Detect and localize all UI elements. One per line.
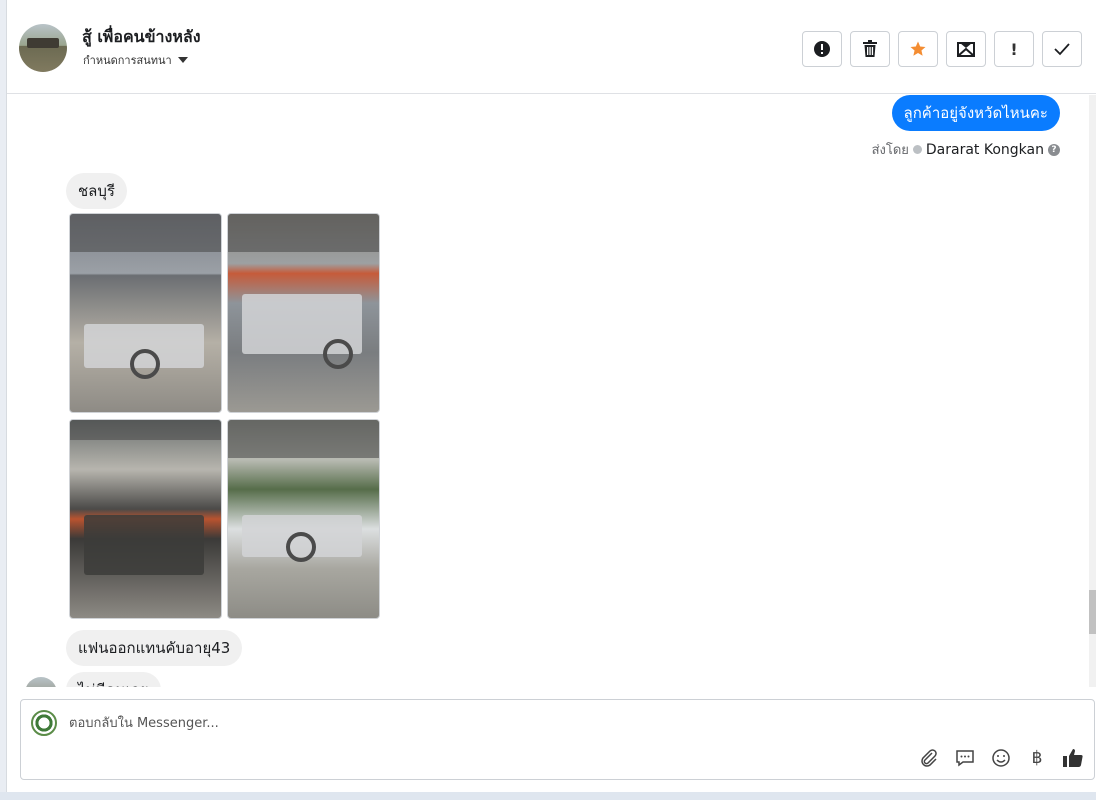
conversation-header: สู้ เพื่อคนข้างหลัง กำหนดการสนทนา ! [7,0,1096,94]
reply-composer: ฿ [20,699,1095,780]
photo-thumbnail[interactable] [227,213,380,413]
incoming-message[interactable]: ไม่มีคนเลย [66,672,161,687]
label-dropdown-text: กำหนดการสนทนา [83,54,172,67]
smiley-icon [992,749,1010,767]
caret-down-icon [177,57,188,63]
sent-by-line: ส่งโดย Dararat Kongkan ? [872,139,1060,160]
photo-grid [69,213,381,621]
emoji-button[interactable] [990,747,1012,769]
reply-input[interactable] [69,712,869,734]
trash-icon [863,40,877,57]
follow-up-button[interactable]: ! [994,31,1034,67]
checkmark-icon [1054,43,1070,56]
chat-bubble-icon [956,750,974,767]
photo-thumbnail[interactable] [227,419,380,619]
scrollbar-thumb[interactable] [1089,590,1096,634]
alert-circle-icon [814,41,830,57]
payment-button[interactable]: ฿ [1026,747,1048,769]
like-button[interactable] [1062,747,1084,769]
bottom-strip [0,792,1096,800]
attach-button[interactable] [918,747,940,769]
contact-name[interactable]: สู้ เพื่อคนข้างหลัง [82,25,201,50]
sender-name: Dararat Kongkan [925,141,1044,158]
outgoing-message[interactable]: ลูกค้าอยู่จังหวัดไหนคะ [891,95,1060,131]
paperclip-icon [921,749,937,767]
spam-button[interactable] [802,31,842,67]
conversation-label-dropdown[interactable]: กำหนดการสนทนา [83,51,188,69]
thread-scrollbar[interactable] [1089,95,1096,687]
header-actions: ! [802,31,1082,67]
contact-avatar[interactable] [19,24,67,72]
envelope-icon [957,42,975,57]
exclamation-icon: ! [1010,39,1018,59]
star-button[interactable] [898,31,938,67]
delete-button[interactable] [850,31,890,67]
photo-thumbnail[interactable] [69,213,222,413]
star-icon [910,41,926,56]
composer-tools: ฿ [918,747,1084,769]
page-logo-icon [31,710,57,736]
contact-avatar-small [25,677,57,687]
thumbs-up-icon [1063,749,1083,767]
incoming-message[interactable]: แฟนออกแทนคับอายุ43 [66,630,243,666]
mark-done-button[interactable] [1042,31,1082,67]
saved-replies-button[interactable] [954,747,976,769]
message-thread[interactable]: ลูกค้าอยู่จังหวัดไหนคะ ส่งโดย Dararat Ko… [7,95,1096,687]
mark-unread-button[interactable] [946,31,986,67]
inbox-window: สู้ เพื่อคนข้างหลัง กำหนดการสนทนา ! ลูกค… [6,0,1096,792]
sent-by-prefix: ส่งโดย [871,143,909,158]
check-icon [912,145,922,154]
baht-icon: ฿ [1031,748,1043,768]
photo-thumbnail[interactable] [69,419,222,619]
help-icon[interactable]: ? [1048,143,1060,156]
incoming-message[interactable]: ชลบุรี [66,173,127,209]
